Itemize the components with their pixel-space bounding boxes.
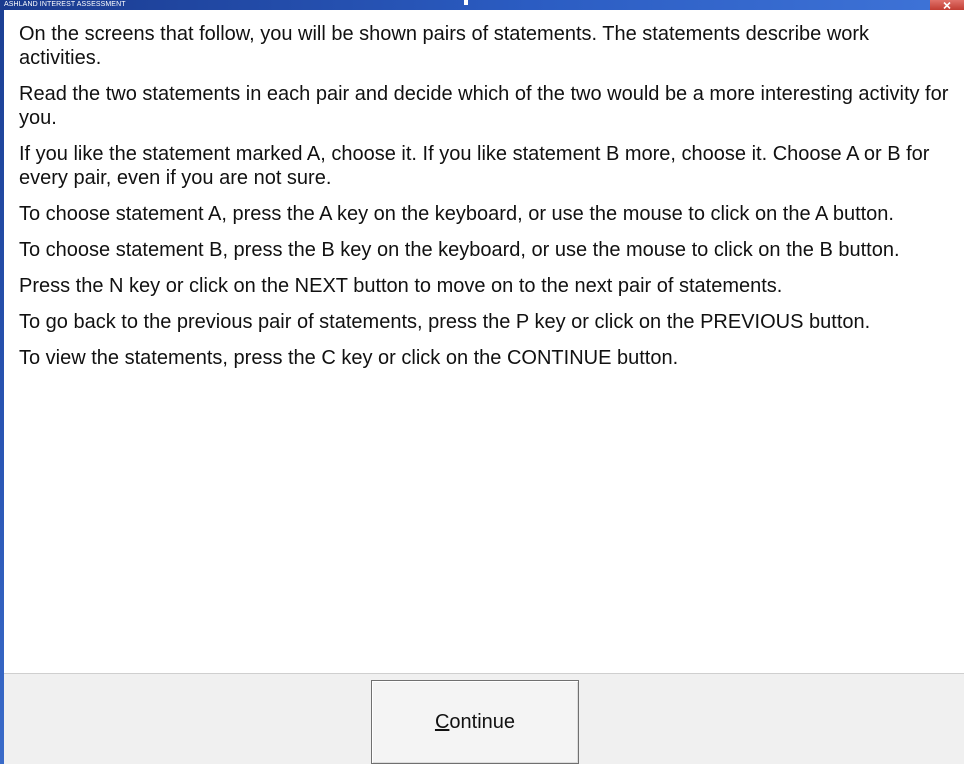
app-window: ASHLAND INTEREST ASSESSMENT On the scree… — [0, 0, 964, 764]
instructions-panel: On the screens that follow, you will be … — [19, 22, 949, 382]
instruction-paragraph: To view the statements, press the C key … — [19, 347, 679, 369]
title-bar-marker — [464, 0, 468, 5]
continue-mnemonic: C — [434, 710, 450, 733]
close-icon — [943, 1, 951, 9]
continue-label: ontinue — [449, 710, 516, 733]
instruction-paragraph: If you like the statement marked A, choo… — [19, 143, 930, 189]
window-left-border — [0, 0, 4, 764]
title-bar[interactable]: ASHLAND INTEREST ASSESSMENT — [0, 0, 964, 10]
instruction-paragraph: To choose statement B, press the B key o… — [19, 239, 900, 261]
instruction-paragraph: To go back to the previous pair of state… — [19, 311, 871, 333]
window-title: ASHLAND INTEREST ASSESSMENT — [4, 1, 126, 8]
instruction-paragraph: On the screens that follow, you will be … — [19, 23, 870, 69]
button-bar: Continue — [4, 673, 964, 764]
close-button[interactable] — [930, 0, 964, 10]
instruction-paragraph: To choose statement A, press the A key o… — [19, 203, 894, 225]
instruction-paragraph: Read the two statements in each pair and… — [19, 83, 949, 129]
continue-button[interactable]: Continue — [371, 680, 579, 764]
instruction-paragraph: Press the N key or click on the NEXT but… — [19, 275, 783, 297]
